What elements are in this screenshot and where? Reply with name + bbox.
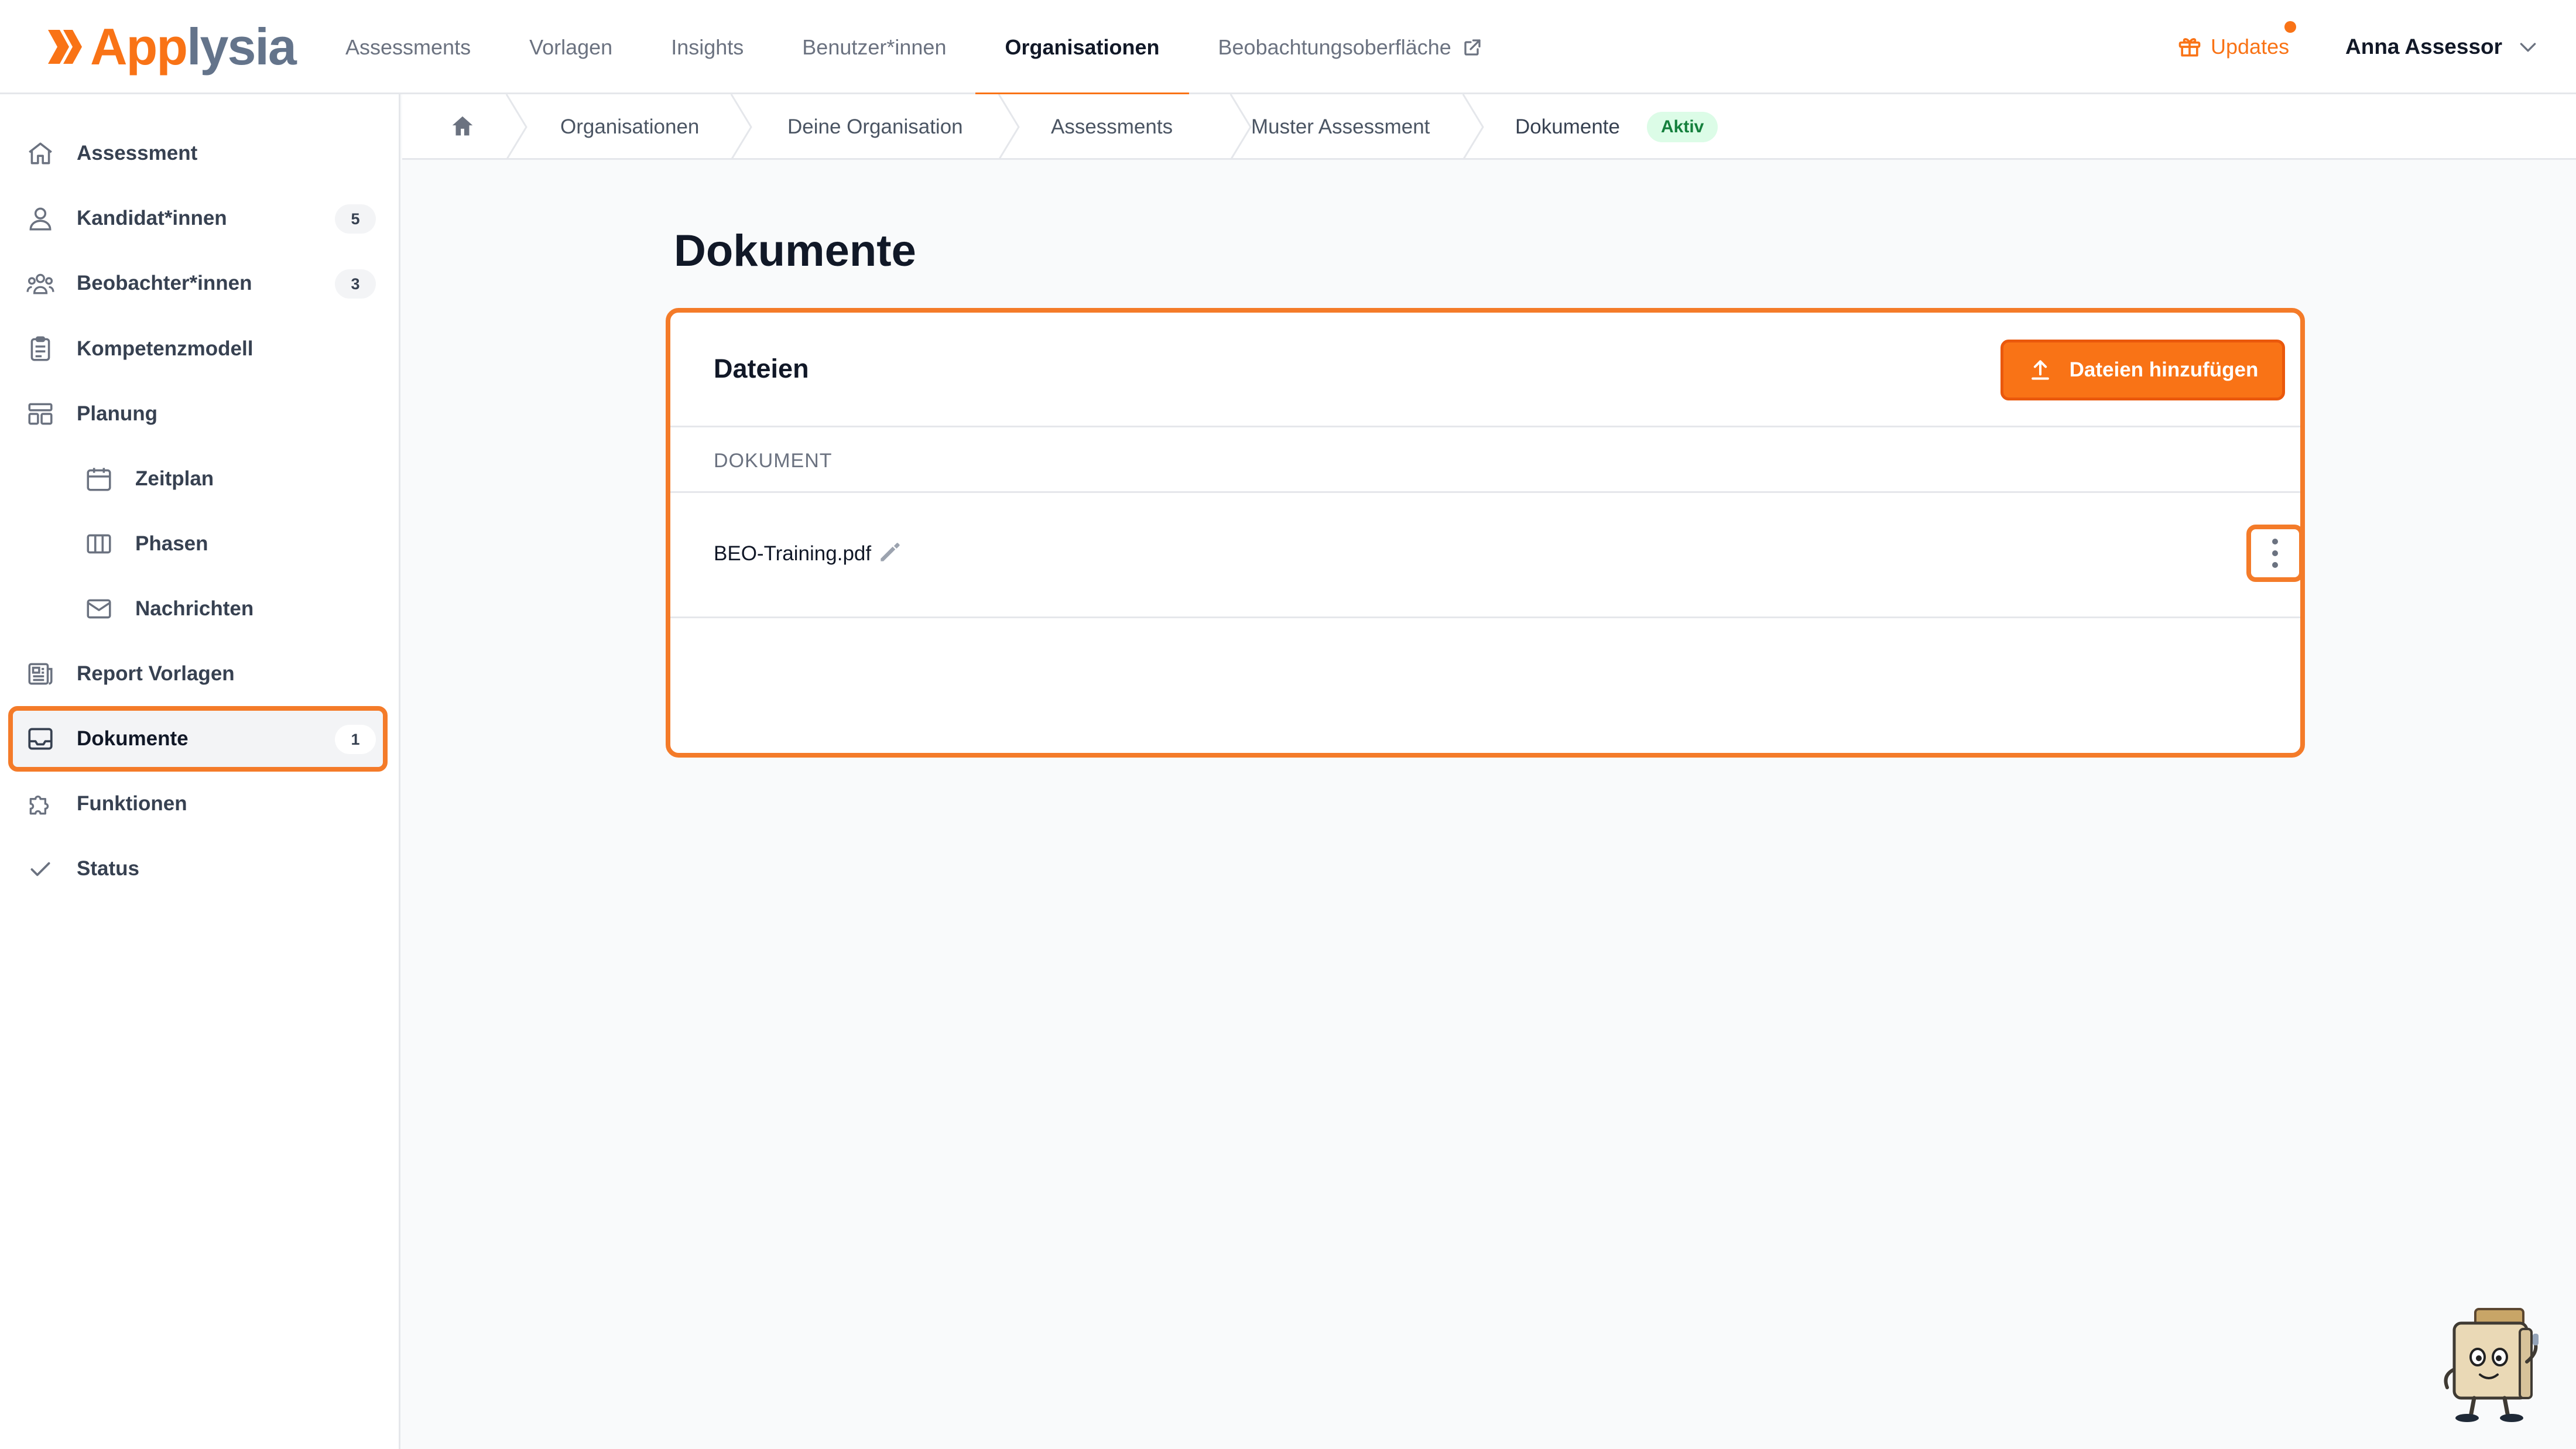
logo-chevrons-icon — [48, 30, 82, 64]
card-header: Dateien Dateien hinzufügen — [670, 313, 2300, 427]
gift-icon — [2178, 38, 2201, 57]
breadcrumb-separator — [1229, 94, 1252, 160]
sidebar-item-assessment[interactable]: Assessment — [8, 124, 388, 183]
sidebar-item-kompetenzmodell[interactable]: Kompetenzmodell — [8, 320, 388, 378]
envelope-icon — [87, 599, 111, 619]
chevron-down-icon — [2520, 43, 2536, 52]
kebab-dot — [2272, 539, 2278, 544]
sidebar-item-phasen[interactable]: Phasen — [8, 515, 388, 573]
nav-assessments[interactable]: Assessments — [316, 0, 500, 94]
main-nav: Assessments Vorlagen Insights Benutzer*i… — [316, 0, 1512, 96]
updates-button[interactable]: Updates — [2177, 21, 2297, 64]
sidebar-item-beobachterinnen[interactable]: Beobachter*innen 3 — [8, 254, 388, 313]
newspaper-icon — [28, 663, 53, 685]
add-files-button[interactable]: Dateien hinzufügen — [2000, 340, 2285, 400]
pencil-icon[interactable] — [876, 540, 902, 566]
user-name: Anna Assessor — [2345, 35, 2503, 59]
table-header: DOKUMENT — [670, 427, 2300, 493]
notification-dot — [2284, 21, 2297, 33]
breadcrumb-assessments[interactable]: Assessments — [1051, 94, 1173, 160]
add-files-label: Dateien hinzufügen — [2069, 358, 2259, 381]
layout-icon — [28, 403, 53, 425]
sidebar-item-nachrichten[interactable]: Nachrichten — [8, 580, 388, 638]
mascot-helper-icon[interactable] — [2439, 1306, 2544, 1423]
documents-card: Dateien Dateien hinzufügen DOKUMENT BEO-… — [666, 308, 2305, 758]
external-link-icon — [1464, 39, 1481, 56]
updates-label: Updates — [2211, 35, 2290, 59]
kebab-dot — [2272, 550, 2278, 556]
breadcrumb-organisationen[interactable]: Organisationen — [560, 94, 699, 160]
sidebar-item-kandidatinnen[interactable]: Kandidat*innen 5 — [8, 189, 388, 248]
nav-insights[interactable]: Insights — [642, 0, 773, 94]
breadcrumb-separator — [1462, 94, 1484, 160]
calendar-icon — [87, 468, 111, 491]
applysia-logo[interactable]: Applysia — [46, 18, 297, 76]
table-row: BEO-Training.pdf — [670, 493, 2300, 618]
sidebar-item-report-vorlagen[interactable]: Report Vorlagen — [8, 645, 388, 703]
count-badge: 5 — [335, 204, 376, 234]
user-menu[interactable]: Anna Assessor — [2345, 29, 2540, 64]
card-title: Dateien — [714, 354, 809, 383]
columns-icon — [87, 534, 111, 554]
breadcrumb-separator — [505, 94, 527, 160]
logo-text: Applysia — [90, 18, 297, 76]
breadcrumb-deine-organisation[interactable]: Deine Organisation — [787, 94, 963, 160]
home-icon — [29, 142, 52, 165]
breadcrumb-muster-assessment[interactable]: Muster Assessment — [1251, 94, 1430, 160]
count-badge: 3 — [335, 269, 376, 299]
inbox-icon — [28, 728, 53, 750]
sidebar-item-funktionen[interactable]: Funktionen — [8, 775, 388, 833]
row-actions-menu-button[interactable] — [2246, 525, 2300, 582]
kebab-dot — [2272, 562, 2278, 568]
sidebar: Assessment Kandidat*innen 5 Beobachter*i… — [0, 94, 400, 1449]
user-icon — [29, 207, 52, 231]
sidebar-item-planung[interactable]: Planung — [8, 385, 388, 443]
puzzle-icon — [29, 795, 49, 815]
nav-benutzer[interactable]: Benutzer*innen — [773, 0, 975, 94]
sidebar-item-status[interactable]: Status — [8, 840, 388, 898]
column-header-document: DOKUMENT — [714, 450, 833, 472]
nav-beobachtungsoberflaeche[interactable]: Beobachtungsoberfläche — [1189, 0, 1512, 94]
clipboard-icon — [30, 336, 50, 361]
document-name[interactable]: BEO-Training.pdf — [714, 542, 871, 566]
sidebar-item-zeitplan[interactable]: Zeitplan — [8, 450, 388, 508]
upload-icon — [2031, 360, 2049, 380]
top-bar: Applysia Assessments Vorlagen Insights B… — [0, 0, 2576, 96]
count-badge: 1 — [335, 725, 376, 754]
users-icon — [26, 273, 54, 294]
breadcrumb-dokumente: Dokumente — [1515, 115, 1620, 138]
page-title: Dokumente — [674, 226, 916, 276]
home-icon[interactable] — [449, 113, 476, 140]
breadcrumb-separator — [998, 94, 1020, 160]
breadcrumb-separator — [730, 94, 752, 160]
nav-vorlagen[interactable]: Vorlagen — [500, 0, 642, 94]
breadcrumb: Organisationen Deine Organisation Assess… — [402, 94, 2576, 160]
sidebar-item-dokumente[interactable]: Dokumente 1 — [8, 706, 388, 772]
status-badge: Aktiv — [1647, 112, 1718, 142]
nav-organisationen[interactable]: Organisationen — [975, 0, 1189, 96]
check-icon — [30, 862, 50, 876]
